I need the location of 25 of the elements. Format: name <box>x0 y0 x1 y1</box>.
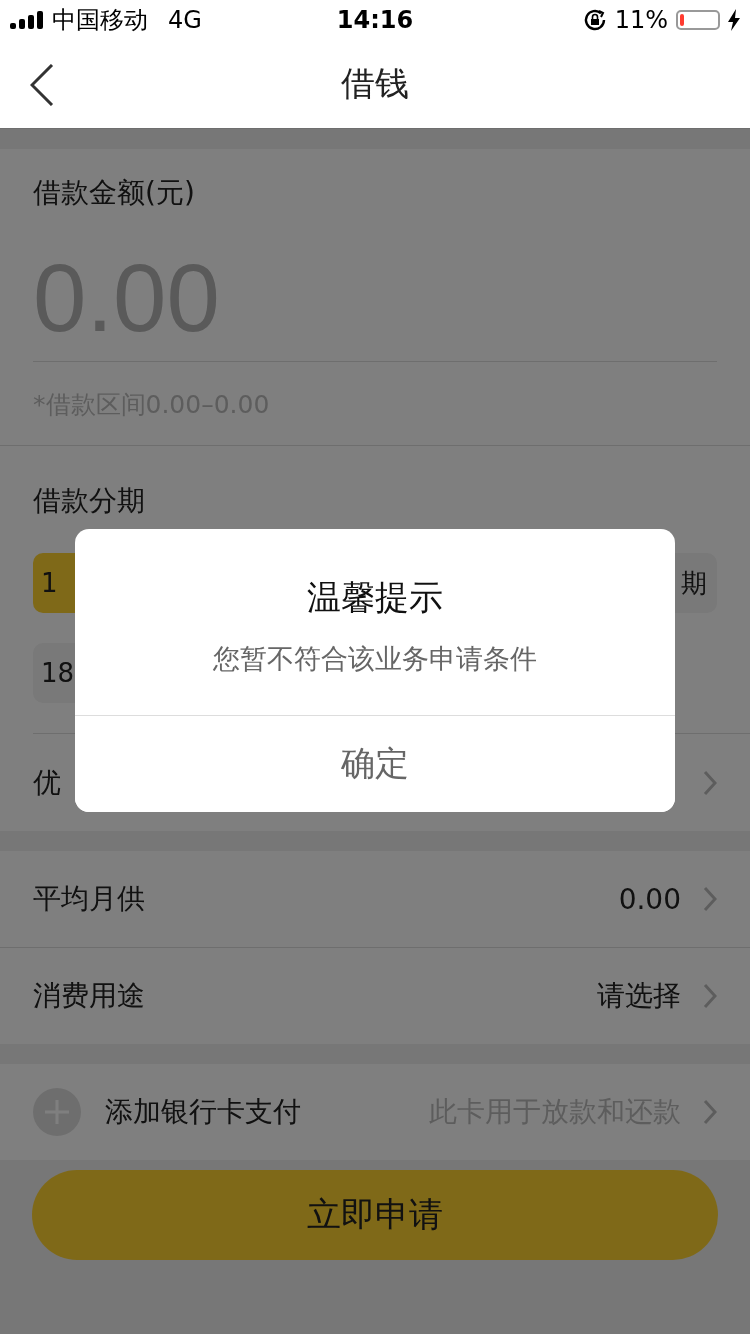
dialog-title: 温馨提示 <box>307 576 443 619</box>
network-type: 4G <box>168 6 202 34</box>
row-value[interactable]: 请选择 <box>597 977 681 1015</box>
signal-icon <box>10 11 44 29</box>
chevron-icon <box>703 769 717 796</box>
apply-button[interactable]: 立即申请 <box>32 1170 718 1260</box>
field-label: 借款金额(元) <box>33 175 196 211</box>
row-label: 优 <box>33 764 61 801</box>
row-label: 添加银行卡支付 <box>105 1094 301 1130</box>
row-label: 消费用途 <box>33 978 145 1014</box>
chevron-icon <box>703 886 717 912</box>
row-value[interactable]: 0.00 <box>618 882 681 916</box>
chevron-icon <box>703 983 717 1009</box>
clock-time: 14:16 <box>335 6 415 34</box>
carrier-name: 中国移动 <box>52 5 148 36</box>
battery-percent: 11% <box>614 6 668 34</box>
back-icon[interactable] <box>30 64 54 106</box>
confirm-button[interactable]: 确定 <box>75 715 675 812</box>
battery-icon <box>676 10 720 30</box>
rotation-lock-icon <box>582 8 607 32</box>
chevron-icon <box>703 1099 717 1125</box>
section-label: 借款分期 <box>33 483 146 519</box>
dialog-message: 您暂不符合该业务申请条件 <box>213 642 537 676</box>
page-title: 借钱 <box>341 62 409 105</box>
row-label: 平均月供 <box>33 881 145 917</box>
